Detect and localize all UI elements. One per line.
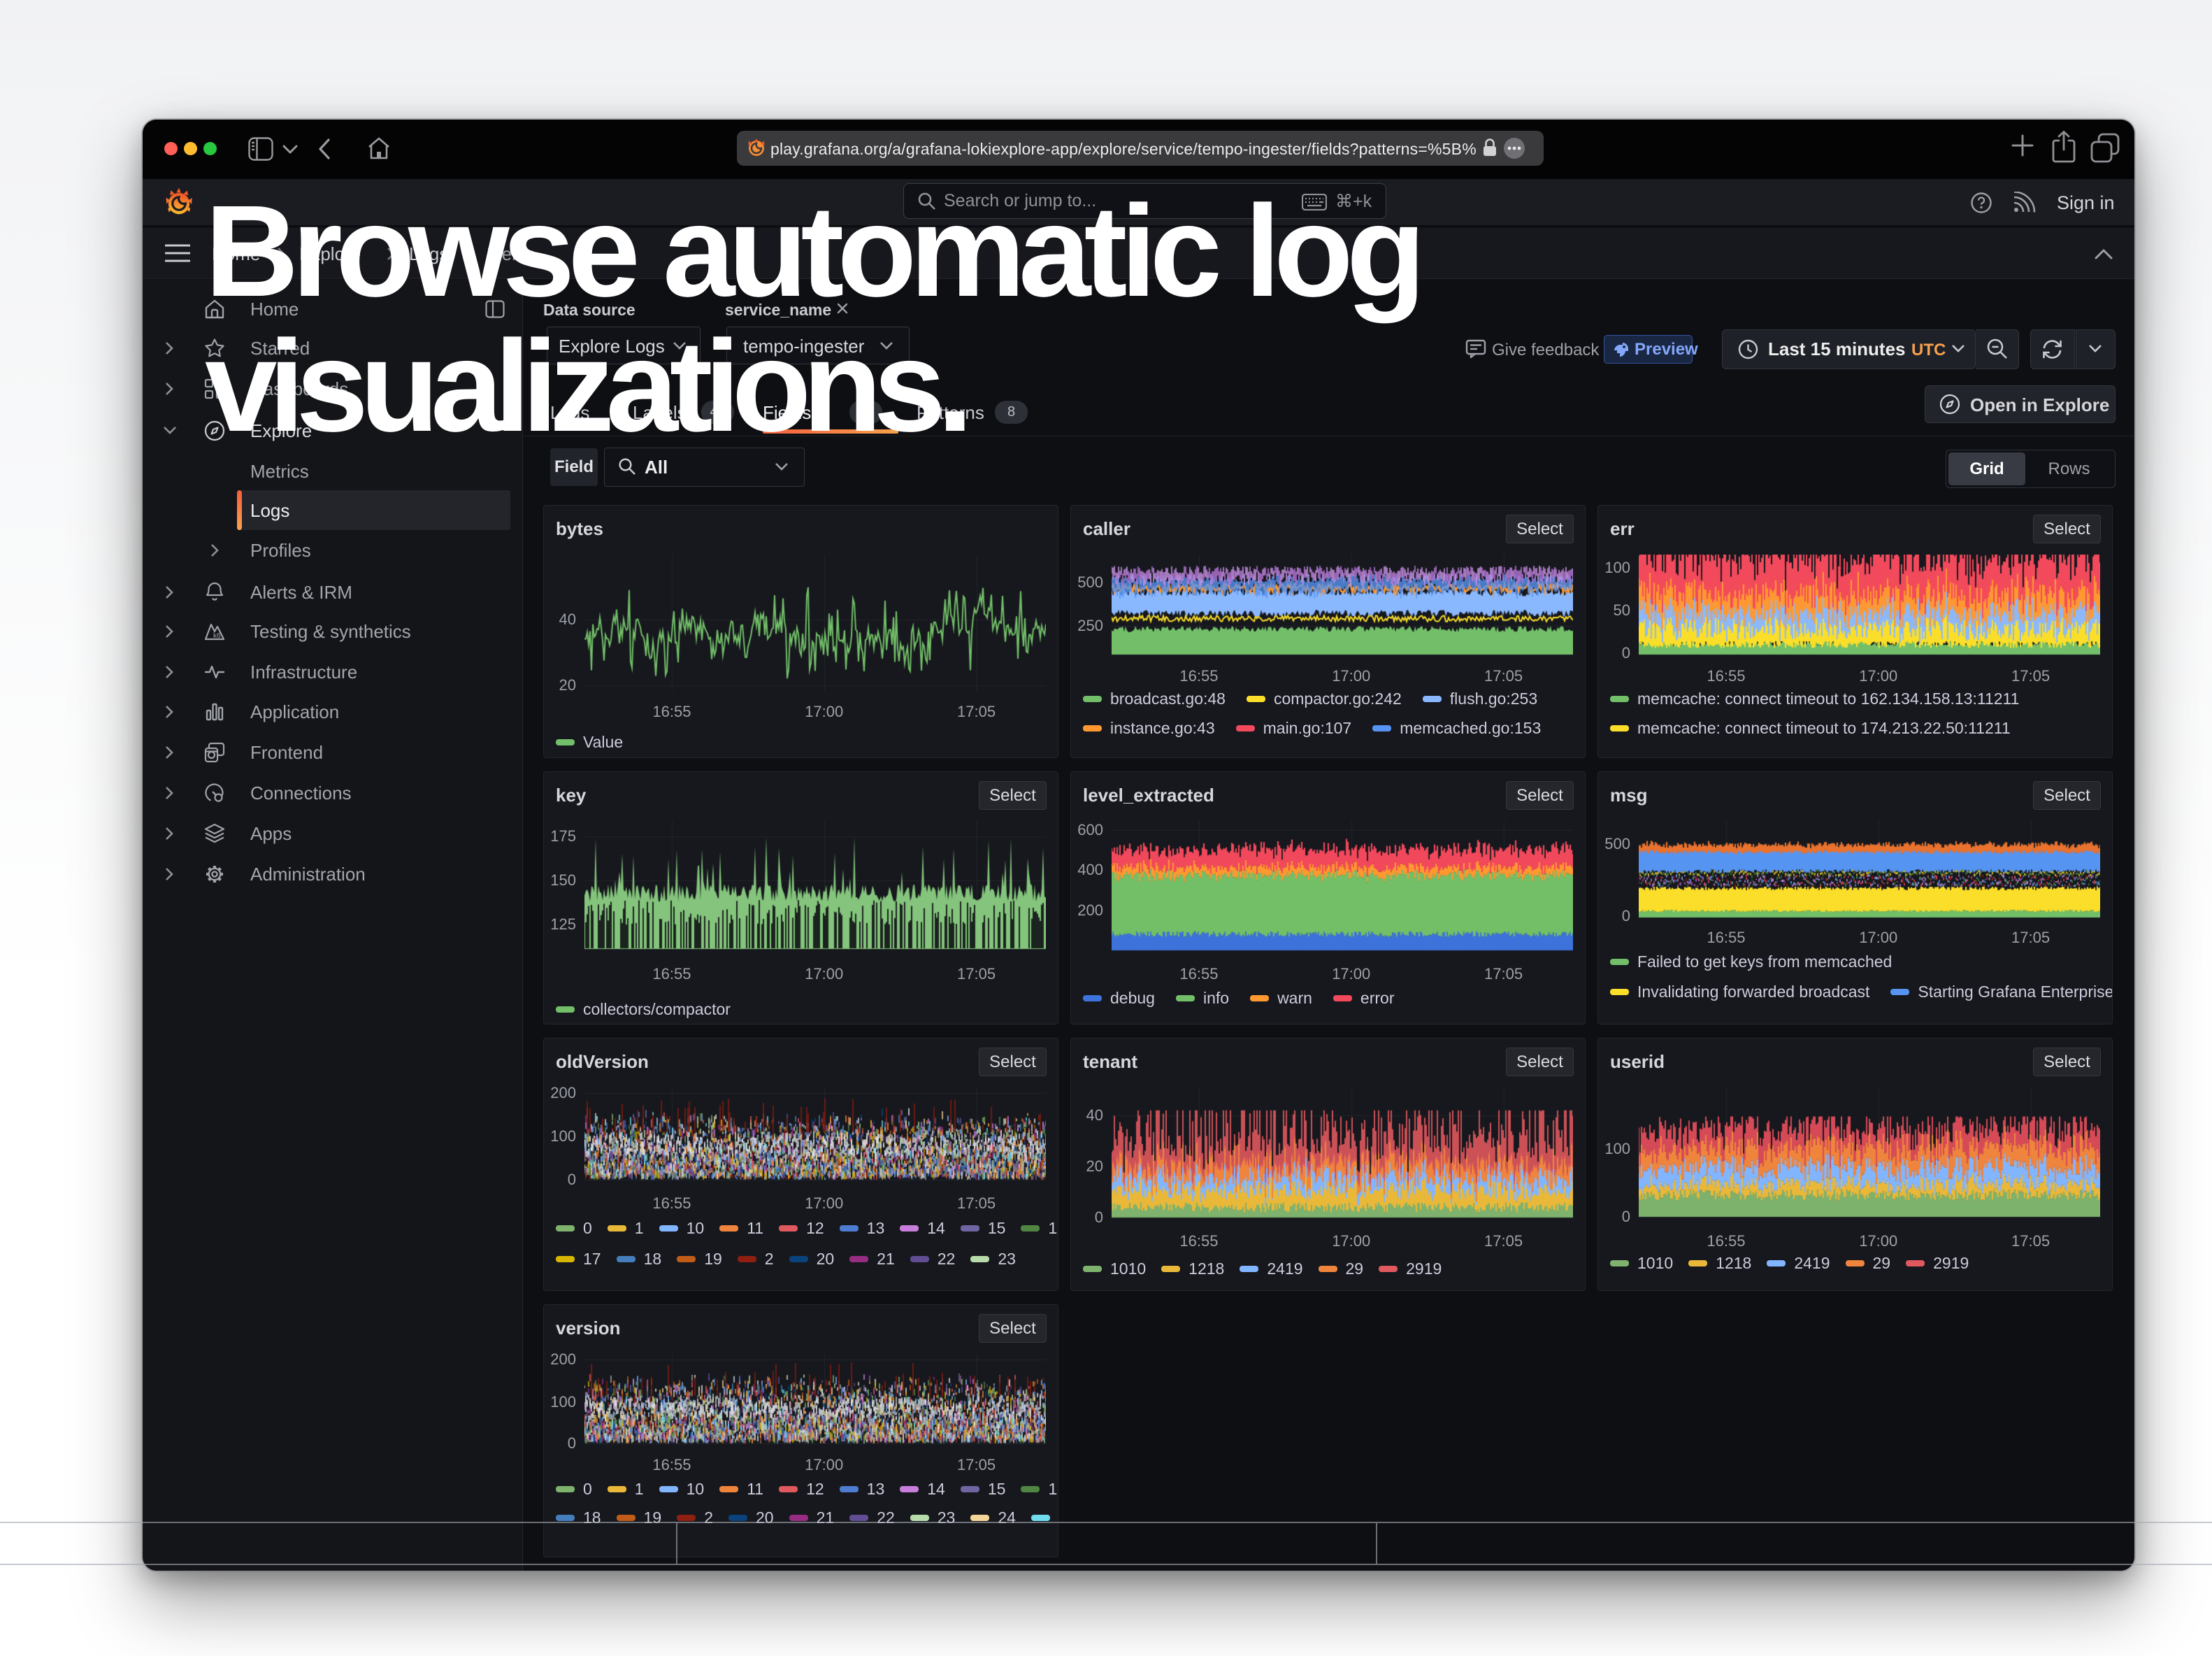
svg-text:k6: k6 xyxy=(213,632,221,640)
